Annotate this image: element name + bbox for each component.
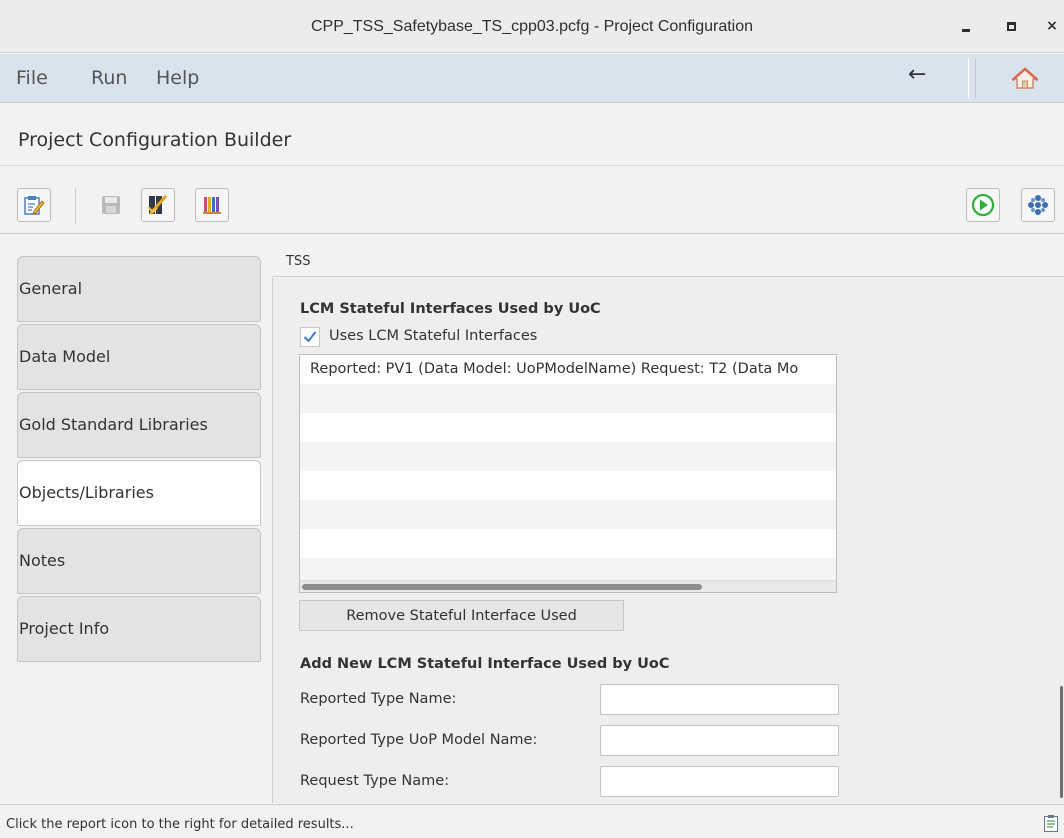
list-row-empty [300,413,836,442]
sidebar-item-label: General [19,279,83,298]
menu-separator [968,58,976,98]
save-button[interactable] [94,188,128,222]
sidebar-item-label: Notes [19,551,66,570]
list-row-empty [300,384,836,413]
list-row-empty [300,442,836,471]
validate-icon [147,195,167,215]
reported-type-uop-model-name-input[interactable] [600,725,839,756]
sidebar-item-notes[interactable]: Notes [17,528,261,594]
reported-type-name-input[interactable] [600,684,839,715]
close-button[interactable]: × [1042,16,1062,36]
remove-stateful-interface-button[interactable]: Remove Stateful Interface Used [299,600,624,631]
request-type-name-input[interactable] [600,766,839,797]
settings-button[interactable] [1021,188,1055,222]
edit-config-button[interactable] [17,188,51,222]
list-row-empty [300,558,836,580]
status-message: Click the report icon to the right for d… [6,817,354,832]
checkbox-label: Uses LCM Stateful Interfaces [329,328,538,344]
run-button[interactable] [966,188,1000,222]
list-item-text: Reported: PV1 (Data Model: UoPModelName)… [310,361,799,377]
list-row-empty [300,500,836,529]
list-item[interactable]: Reported: PV1 (Data Model: UoPModelName)… [300,355,836,384]
list-row-empty [300,529,836,558]
sidebar-item-general[interactable]: General [17,256,261,322]
panel-tab-header: TSS [272,243,1064,277]
sidebar-item-gold-standard-libraries[interactable]: Gold Standard Libraries [17,392,261,458]
checkmark-icon [304,331,316,342]
library-button[interactable] [195,188,229,222]
scrollbar-thumb[interactable] [1060,686,1063,798]
validate-button[interactable] [141,188,175,222]
minimize-button[interactable] [956,16,976,36]
sidebar-item-label: Gold Standard Libraries [19,415,208,434]
page-title: Project Configuration Builder [18,129,292,151]
scrollbar-thumb[interactable] [302,584,702,590]
menu-help[interactable]: Help [156,67,199,89]
menu-run[interactable]: Run [91,67,127,89]
sidebar-item-label: Project Info [19,619,110,638]
request-type-name-label: Request Type Name: [300,773,450,789]
tss-panel: LCM Stateful Interfaces Used by UoC Uses… [272,278,1064,803]
panel-tab-tss[interactable]: TSS [286,254,310,269]
list-row-empty [300,471,836,500]
back-arrow-icon[interactable]: ← [908,62,926,87]
settings-icon [1028,195,1048,215]
sidebar-item-project-info[interactable]: Project Info [17,596,261,662]
checkbox-box[interactable] [300,327,320,347]
menu-bar: File Run Help ← [0,54,1064,102]
maximize-button[interactable] [1001,16,1021,36]
page-header: Project Configuration Builder [0,102,1064,166]
minimize-icon [962,28,970,32]
stateful-interfaces-list[interactable]: Reported: PV1 (Data Model: UoPModelName)… [299,354,837,593]
section-title-add-stateful: Add New LCM Stateful Interface Used by U… [300,656,670,672]
window-title: CPP_TSS_Safetybase_TS_cpp03.pcfg - Proje… [310,18,754,35]
sidebar-item-data-model[interactable]: Data Model [17,324,261,390]
toolbar-separator [75,188,76,224]
menu-file[interactable]: File [16,67,48,89]
save-icon [102,196,120,214]
section-title-stateful-used: LCM Stateful Interfaces Used by UoC [300,301,601,317]
status-bar: Click the report icon to the right for d… [0,804,1064,838]
toolbar [0,178,1064,234]
horizontal-scrollbar[interactable] [300,580,836,592]
run-icon [971,193,995,217]
home-icon[interactable] [1011,66,1039,90]
vertical-scrollbar[interactable] [1058,278,1064,803]
reported-type-name-label: Reported Type Name: [300,691,457,707]
sidebar-item-label: Objects/Libraries [19,483,154,502]
sidebar-item-objects-libraries[interactable]: Objects/Libraries [17,460,261,526]
sidebar: General Data Model Gold Standard Librari… [0,243,272,803]
sidebar-item-label: Data Model [19,347,111,366]
edit-config-icon [24,196,45,215]
library-icon [203,197,221,214]
reported-type-uop-model-name-label: Reported Type UoP Model Name: [300,732,538,748]
report-icon[interactable] [1043,814,1059,832]
window-titlebar: CPP_TSS_Safetybase_TS_cpp03.pcfg - Proje… [0,0,1064,53]
maximize-icon [1006,21,1016,31]
